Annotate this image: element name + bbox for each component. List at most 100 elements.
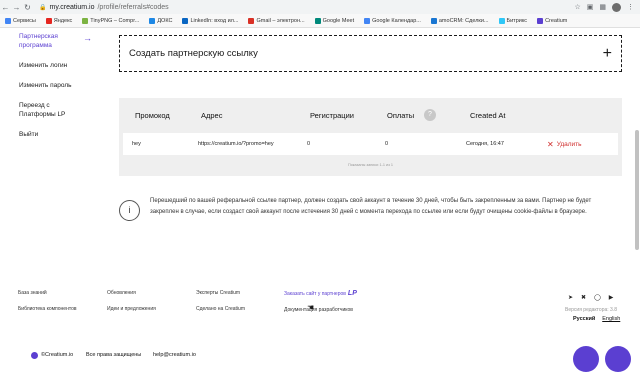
rights-text: Все права защищены bbox=[86, 352, 142, 358]
table-header: Промокод Адрес Регистрации Оплаты ? Crea… bbox=[119, 98, 622, 132]
sidebar-item-logout[interactable]: Выйти bbox=[19, 130, 99, 139]
sidebar: Партнерская программа → Изменить логин И… bbox=[19, 32, 99, 150]
bookmark-item[interactable]: Сервисы bbox=[5, 17, 36, 24]
chat-button[interactable] bbox=[573, 346, 599, 372]
instagram-icon[interactable]: ◯ bbox=[594, 294, 601, 301]
bookmark-icon bbox=[182, 17, 189, 24]
footer-link-component-library[interactable]: Библиотека компонентов bbox=[18, 306, 77, 312]
column-header-payments: Оплаты bbox=[387, 111, 415, 120]
info-notice: i Перешедший по вашей реферальной ссылке… bbox=[119, 196, 599, 221]
help-chat-button[interactable] bbox=[605, 346, 631, 372]
bookmark-icon bbox=[248, 17, 255, 24]
reload-icon[interactable]: ↻ bbox=[22, 3, 33, 12]
bookmarks-bar: Сервисы Яндекс TinyPNG – Compr... ДОКС Linke… bbox=[0, 14, 640, 28]
vk-icon[interactable]: ✖ bbox=[581, 294, 586, 301]
order-site-label: Заказать сайт у партнеров bbox=[284, 291, 346, 297]
info-text: Перешедший по вашей реферальной ссылке п… bbox=[150, 198, 592, 215]
bookmark-item[interactable]: Битрикс bbox=[498, 17, 528, 24]
bookmark-item[interactable]: Google Meet bbox=[314, 17, 355, 24]
cell-promo: hey bbox=[132, 141, 141, 147]
arrow-right-icon[interactable]: → bbox=[11, 3, 22, 12]
bookmark-icon bbox=[364, 17, 371, 24]
lock-icon: 🔒 bbox=[39, 4, 47, 11]
extension-icon[interactable]: ▣ bbox=[587, 3, 594, 11]
bookmark-label: Битрикс bbox=[506, 17, 528, 24]
copyright: ©Creatium.io bbox=[41, 352, 74, 358]
footer-link-made-on-creatium[interactable]: Сделано на Creatium bbox=[196, 306, 245, 312]
bookmark-label: Сервисы bbox=[13, 17, 36, 24]
cursor-icon: ☚ bbox=[307, 303, 315, 312]
bookmark-icon bbox=[498, 17, 505, 24]
help-icon[interactable]: ? bbox=[424, 109, 436, 121]
sidebar-item-migrate-lp[interactable]: Переезд с Платформы LP bbox=[19, 101, 71, 119]
bookmark-icon bbox=[5, 17, 11, 24]
bookmark-item[interactable]: TinyPNG – Compr... bbox=[82, 17, 140, 24]
referral-codes-table: Промокод Адрес Регистрации Оплаты ? Crea… bbox=[119, 98, 622, 176]
bookmark-label: Google Meet bbox=[322, 17, 355, 24]
create-link-label: Создать партнерскую ссылку bbox=[129, 48, 258, 59]
url-path: /profile/referrals#codes bbox=[97, 3, 169, 11]
bookmark-item[interactable]: ДОКС bbox=[149, 17, 173, 24]
bookmark-item[interactable]: Creatium bbox=[537, 17, 568, 24]
bookmark-icon bbox=[430, 17, 437, 24]
footer-link-experts[interactable]: Эксперты Creatium bbox=[196, 290, 245, 296]
profile-avatar[interactable] bbox=[612, 2, 621, 12]
bookmark-icon bbox=[82, 17, 89, 24]
footer-link-dev-docs[interactable]: Документация разработчиков bbox=[284, 307, 357, 313]
delete-button[interactable]: ✕ Удалить bbox=[547, 140, 582, 149]
bookmark-item[interactable]: Gmail – электрон... bbox=[248, 17, 305, 24]
column-header-created-at: Created At bbox=[470, 111, 506, 120]
bookmark-item[interactable]: LinkedIn: вход ил... bbox=[182, 17, 239, 24]
bottom-bar: ©Creatium.io Все права защищены help@cre… bbox=[0, 349, 640, 360]
bookmark-label: Google Календар... bbox=[372, 17, 421, 24]
url-host: my.creatium.io bbox=[49, 3, 95, 11]
puzzle-icon[interactable]: ▦ bbox=[599, 3, 606, 11]
bookmark-item[interactable]: Google Календар... bbox=[364, 17, 421, 24]
info-icon: i bbox=[119, 200, 140, 221]
footer-link-ideas[interactable]: Идеи и предложения bbox=[107, 306, 156, 312]
bookmark-label: ДОКС bbox=[157, 17, 173, 24]
lang-russian[interactable]: Русский bbox=[573, 316, 595, 322]
close-icon: ✕ bbox=[547, 140, 554, 149]
bookmark-item[interactable]: amoCRM: Сделки... bbox=[430, 17, 489, 24]
lp-logo: LP bbox=[347, 290, 357, 297]
footer-link-order-site[interactable]: Заказать сайт у партнеров LP bbox=[284, 290, 357, 297]
bookmark-label: Яндекс bbox=[53, 17, 73, 24]
social-links: ➤ ✖ ◯ ▶ bbox=[568, 294, 613, 301]
cell-registrations: 0 bbox=[307, 141, 311, 147]
editor-version: Версия редактора: 3.8 bbox=[565, 307, 617, 313]
star-icon[interactable]: ☆ bbox=[574, 3, 580, 11]
column-header-address: Адрес bbox=[201, 111, 223, 120]
support-email[interactable]: help@creatium.io bbox=[153, 352, 196, 358]
bookmark-label: Creatium bbox=[545, 17, 568, 24]
sidebar-item-change-password[interactable]: Изменить пароль bbox=[19, 81, 99, 90]
bookmark-item[interactable]: Яндекс bbox=[45, 17, 73, 24]
telegram-icon[interactable]: ➤ bbox=[568, 294, 573, 301]
footer-link-knowledge-base[interactable]: База знаний bbox=[18, 290, 77, 296]
bookmark-label: LinkedIn: вход ил... bbox=[190, 17, 239, 24]
scrollbar[interactable] bbox=[635, 130, 639, 250]
youtube-icon[interactable]: ▶ bbox=[609, 294, 614, 301]
cell-created-at: Сегодня, 16:47 bbox=[466, 141, 504, 147]
table-pagination-info: Показаны записи 1-1 из 1 bbox=[347, 163, 394, 167]
arrow-right-icon: → bbox=[83, 33, 92, 43]
bookmark-label: TinyPNG – Compr... bbox=[90, 17, 140, 24]
bookmark-label: amoCRM: Сделки... bbox=[438, 17, 489, 24]
table-row: hey https://creatium.io/?promo=hey 0 0 С… bbox=[123, 133, 618, 155]
column-header-registrations: Регистрации bbox=[310, 111, 354, 120]
address-bar[interactable]: 🔒 my.creatium.io/profile/referrals#codes bbox=[39, 4, 574, 11]
bookmark-icon bbox=[314, 17, 321, 24]
bookmark-icon bbox=[149, 17, 156, 24]
creatium-logo bbox=[31, 352, 38, 359]
menu-icon[interactable]: ⋮ bbox=[627, 3, 634, 11]
footer-link-updates[interactable]: Обновления bbox=[107, 290, 156, 296]
column-header-promo: Промокод bbox=[135, 111, 170, 120]
bookmark-label: Gmail – электрон... bbox=[256, 17, 305, 24]
delete-label: Удалить bbox=[556, 141, 582, 148]
lang-english[interactable]: English bbox=[602, 316, 620, 322]
cell-address: https://creatium.io/?promo=hey bbox=[198, 141, 274, 147]
sidebar-item-change-login[interactable]: Изменить логин bbox=[19, 61, 99, 70]
sidebar-item-partner-program[interactable]: Партнерская программа → bbox=[19, 32, 94, 50]
create-referral-link-button[interactable]: Создать партнерскую ссылку + bbox=[119, 35, 622, 72]
arrow-left-icon[interactable]: ← bbox=[0, 3, 11, 12]
